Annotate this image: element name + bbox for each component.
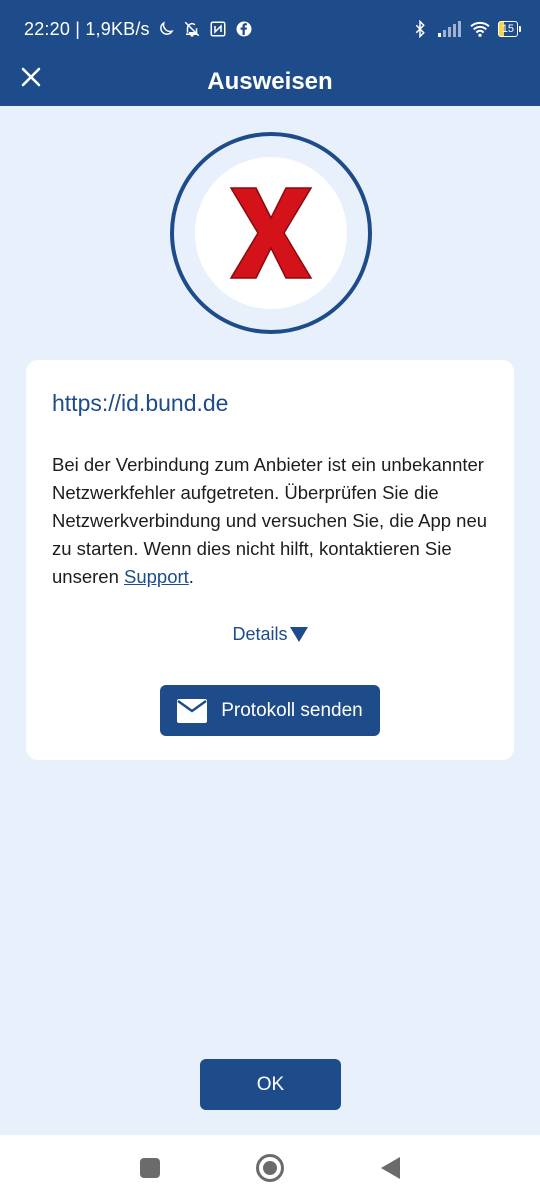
error-message: Bei der Verbindung zum Anbieter ist ein … [52, 451, 488, 591]
close-icon [21, 67, 41, 87]
page-title: Ausweisen [207, 68, 333, 95]
back-button[interactable] [370, 1148, 410, 1188]
status-badge-inner [195, 157, 347, 309]
send-log-label: Protokoll senden [221, 699, 363, 721]
details-label: Details [232, 624, 288, 644]
navigation-bar [0, 1135, 540, 1200]
mail-icon [177, 698, 208, 723]
error-message-end: . [188, 566, 194, 587]
status-time-speed: 22:20 | 1,9KB/s [24, 18, 150, 39]
app-bar: Ausweisen [0, 58, 540, 106]
send-log-button[interactable]: Protokoll senden [160, 685, 380, 736]
ok-button[interactable]: OK [200, 1059, 341, 1110]
status-left: 22:20 | 1,9KB/s [24, 19, 254, 40]
battery-level: 15 [501, 23, 514, 35]
status-bar: 22:20 | 1,9KB/s 15 [0, 0, 540, 58]
home-button[interactable] [250, 1148, 290, 1188]
moon-icon [156, 19, 176, 39]
error-message-text: Bei der Verbindung zum Anbieter ist ein … [52, 454, 488, 587]
top-bar: 22:20 | 1,9KB/s 15 Ausweisen [0, 0, 540, 106]
ok-label: OK [256, 1073, 285, 1095]
bell-off-icon [182, 19, 202, 39]
bluetooth-icon [410, 19, 430, 39]
facebook-icon [234, 19, 254, 39]
error-x-icon [229, 187, 313, 279]
recents-button[interactable] [130, 1148, 170, 1188]
back-icon [381, 1156, 400, 1179]
nfc-icon [208, 19, 228, 39]
error-card: https://id.bund.de Bei der Verbindung zu… [26, 360, 514, 760]
home-icon [256, 1153, 284, 1182]
provider-url: https://id.bund.de [52, 390, 229, 416]
details-toggle[interactable]: Details [26, 624, 514, 645]
status-badge [170, 132, 372, 334]
close-button[interactable] [16, 62, 46, 92]
signal-icon [436, 19, 462, 39]
support-link[interactable]: Support [124, 566, 189, 587]
status-right: 15 [410, 19, 522, 39]
battery-icon: 15 [497, 21, 522, 37]
wifi-icon [468, 19, 492, 39]
triangle-down-icon [289, 627, 308, 642]
recents-icon [140, 1157, 160, 1178]
